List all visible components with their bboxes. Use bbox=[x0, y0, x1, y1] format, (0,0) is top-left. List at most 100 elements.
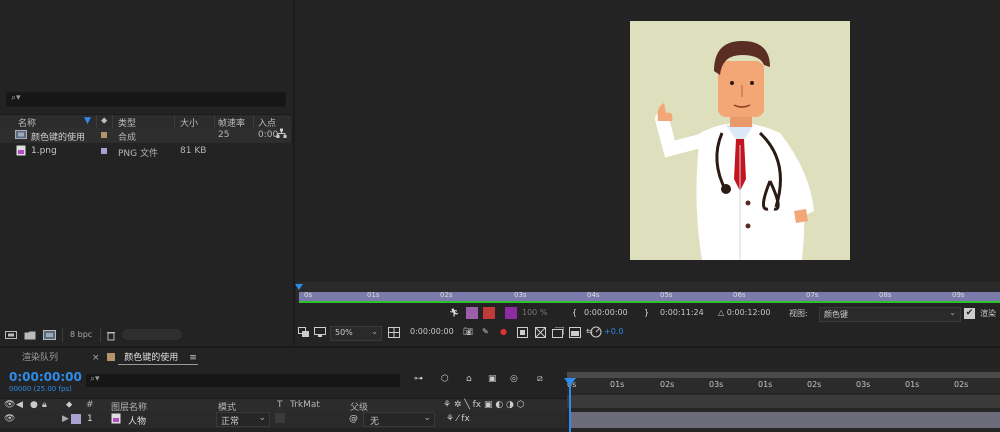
opacity-value[interactable]: 100 % bbox=[522, 308, 547, 317]
viewer-timeline-track[interactable] bbox=[299, 292, 1000, 301]
mode-dropdown[interactable]: 正常 ⌄ bbox=[216, 412, 270, 427]
mini-tick: 06s bbox=[733, 291, 746, 299]
ruler-tick: 01s bbox=[610, 380, 625, 389]
camera-icon[interactable]: 📷︎ bbox=[463, 327, 473, 336]
label-color-swatch-png[interactable] bbox=[101, 148, 107, 154]
layer-name[interactable]: 人物 bbox=[128, 414, 146, 427]
pickwhip-icon[interactable]: @ bbox=[349, 414, 358, 424]
label-tag-icon[interactable]: ⬥ bbox=[101, 116, 107, 126]
duration-time[interactable]: △ 0:00:12:00 bbox=[718, 308, 770, 317]
ruler-tick: 03s bbox=[856, 380, 871, 389]
speaker-icon[interactable]: ◀︎ bbox=[16, 400, 23, 410]
mode-value: 正常 bbox=[221, 417, 240, 427]
current-time-indicator-head[interactable] bbox=[564, 378, 576, 386]
composition-frame[interactable] bbox=[630, 21, 850, 260]
zoom-value: 50% bbox=[335, 328, 353, 337]
mini-tick: 09s bbox=[952, 291, 965, 299]
mini-tick: 08s bbox=[879, 291, 892, 299]
tab-composition-label: 颜色键的使用 bbox=[124, 353, 179, 363]
color-swatch[interactable] bbox=[505, 307, 517, 319]
mini-tick: 07s bbox=[806, 291, 819, 299]
motion-blur-icon[interactable] bbox=[466, 307, 478, 319]
always-preview-icon[interactable] bbox=[298, 327, 310, 340]
graph-editor-icon[interactable]: ⧄ bbox=[537, 374, 543, 384]
mini-playhead[interactable] bbox=[295, 284, 303, 290]
end-time[interactable]: 0:00:11:24 bbox=[660, 308, 704, 317]
show-snapshot-icon[interactable]: ✎ bbox=[482, 327, 489, 336]
close-icon[interactable]: × bbox=[92, 353, 100, 363]
solo-icon[interactable]: ● bbox=[30, 400, 38, 410]
eye-icon[interactable]: 👁︎ bbox=[4, 400, 15, 410]
current-time[interactable]: 0:00:00:00 bbox=[410, 327, 454, 336]
region-of-interest-icon[interactable] bbox=[517, 327, 528, 340]
flowchart-icon[interactable] bbox=[276, 128, 287, 142]
eye-icon[interactable]: 👁︎ bbox=[4, 414, 15, 424]
new-folder-icon[interactable] bbox=[24, 330, 36, 343]
sort-arrow-icon[interactable]: ▼ bbox=[84, 116, 91, 126]
project-search-input[interactable]: ⌕▾ bbox=[6, 92, 286, 107]
expand-arrow-icon[interactable]: ▶ bbox=[62, 414, 69, 424]
lock-icon[interactable]: 🔒︎ bbox=[42, 400, 47, 410]
ruler-tick: 02s bbox=[807, 380, 822, 389]
draft-3d-icon[interactable] bbox=[483, 307, 495, 319]
view-dropdown-value: 颜色键 bbox=[824, 310, 848, 319]
in-bracket-icon[interactable]: { bbox=[572, 308, 577, 317]
panel-menu-icon[interactable]: ≡ bbox=[189, 353, 197, 363]
out-bracket-icon[interactable]: } bbox=[644, 308, 649, 317]
comp-mini-flowchart-icon[interactable]: ⊶ bbox=[414, 374, 423, 384]
draft-3d-toggle-icon[interactable]: ⬡ bbox=[441, 374, 449, 384]
search-icon: ⌕▾ bbox=[90, 374, 100, 384]
view-label: 视图: bbox=[789, 309, 808, 318]
bit-depth[interactable]: 8 bpc bbox=[70, 330, 92, 339]
preserve-transparency-checkbox[interactable] bbox=[275, 413, 285, 423]
label-color-swatch[interactable] bbox=[101, 132, 107, 138]
running-man-icon[interactable]: 🏃︎ bbox=[449, 308, 459, 317]
interpret-footage-icon[interactable] bbox=[5, 330, 17, 343]
parent-value: 无 bbox=[370, 417, 380, 427]
frame-blending-icon[interactable]: ▣ bbox=[488, 374, 497, 384]
layer-number: 1 bbox=[87, 414, 93, 424]
viewer-render-bar bbox=[299, 301, 1000, 303]
layer-row[interactable]: 👁︎ ▶ 1 人物 正常 ⌄ @ 无 ⌄ ⚘ ⁄ fx bbox=[0, 411, 567, 428]
project-item-png[interactable]: 1.png PNG 文件 81 KB bbox=[0, 144, 291, 159]
thumbnail-scrollbar[interactable] bbox=[122, 329, 182, 340]
column-trkmat[interactable]: TrkMat bbox=[290, 400, 320, 410]
switches-icons[interactable]: ⚘ ✲ ╲ fx ▣ ◐ ◑ ⬡ bbox=[443, 400, 525, 410]
column-number: # bbox=[86, 400, 94, 410]
3d-view-icon[interactable] bbox=[552, 326, 565, 340]
tab-composition[interactable]: × 颜色键的使用 ≡ bbox=[92, 350, 197, 363]
project-bottom-toolbar: 8 bpc bbox=[0, 328, 291, 343]
monitor-icon[interactable] bbox=[314, 327, 326, 340]
channel-icon[interactable]: ● bbox=[500, 327, 507, 336]
layer-switches-icons[interactable]: ⚘ ⁄ fx bbox=[446, 414, 470, 424]
layer-label-color[interactable] bbox=[71, 414, 81, 424]
tab-render-queue[interactable]: 渲染队列 bbox=[22, 350, 58, 363]
transparency-grid-icon[interactable] bbox=[534, 326, 547, 340]
timeline-frame-info: 00000 (25.00 fps) bbox=[9, 385, 72, 393]
layer-duration-bar[interactable] bbox=[570, 412, 1000, 428]
project-column-header: 名称 ▼ ⬥ 类型 大小 帧速率 入点 bbox=[0, 114, 291, 129]
zoom-dropdown[interactable]: 50% ⌄ bbox=[330, 326, 382, 341]
timeline-timecode[interactable]: 0:00:00:00 bbox=[9, 370, 82, 384]
view-layout-icon[interactable] bbox=[569, 327, 581, 340]
exposure-value[interactable]: +0.0 bbox=[604, 327, 623, 336]
time-ruler[interactable] bbox=[567, 378, 1000, 393]
png-file-icon bbox=[16, 145, 26, 159]
trash-icon[interactable] bbox=[106, 330, 116, 344]
fast-preview-icon[interactable] bbox=[590, 326, 602, 340]
parent-dropdown[interactable]: 无 ⌄ bbox=[363, 412, 435, 427]
grid-guides-icon[interactable] bbox=[388, 327, 400, 340]
composition-color-swatch bbox=[107, 353, 116, 361]
label-tag-icon[interactable]: ⬥ bbox=[66, 400, 72, 410]
timeline-search-input[interactable]: ⌕▾ bbox=[86, 374, 400, 387]
render-checkbox[interactable]: ✔ bbox=[964, 308, 975, 319]
chevron-down-icon: ⌄ bbox=[371, 327, 378, 336]
new-composition-icon[interactable] bbox=[43, 330, 56, 343]
current-time-indicator[interactable] bbox=[569, 380, 571, 432]
project-item-composition[interactable]: 颜色键的使用 合成 25 0:00 bbox=[0, 128, 291, 143]
chevron-down-icon: ⌄ bbox=[423, 413, 431, 423]
motion-blur-toggle-icon[interactable]: ◎ bbox=[510, 374, 518, 384]
shy-layers-icon[interactable]: ⌂ bbox=[466, 374, 472, 384]
view-dropdown[interactable]: 颜色键 ⌄ bbox=[819, 307, 961, 322]
start-time[interactable]: 0:00:00:00 bbox=[584, 308, 628, 317]
